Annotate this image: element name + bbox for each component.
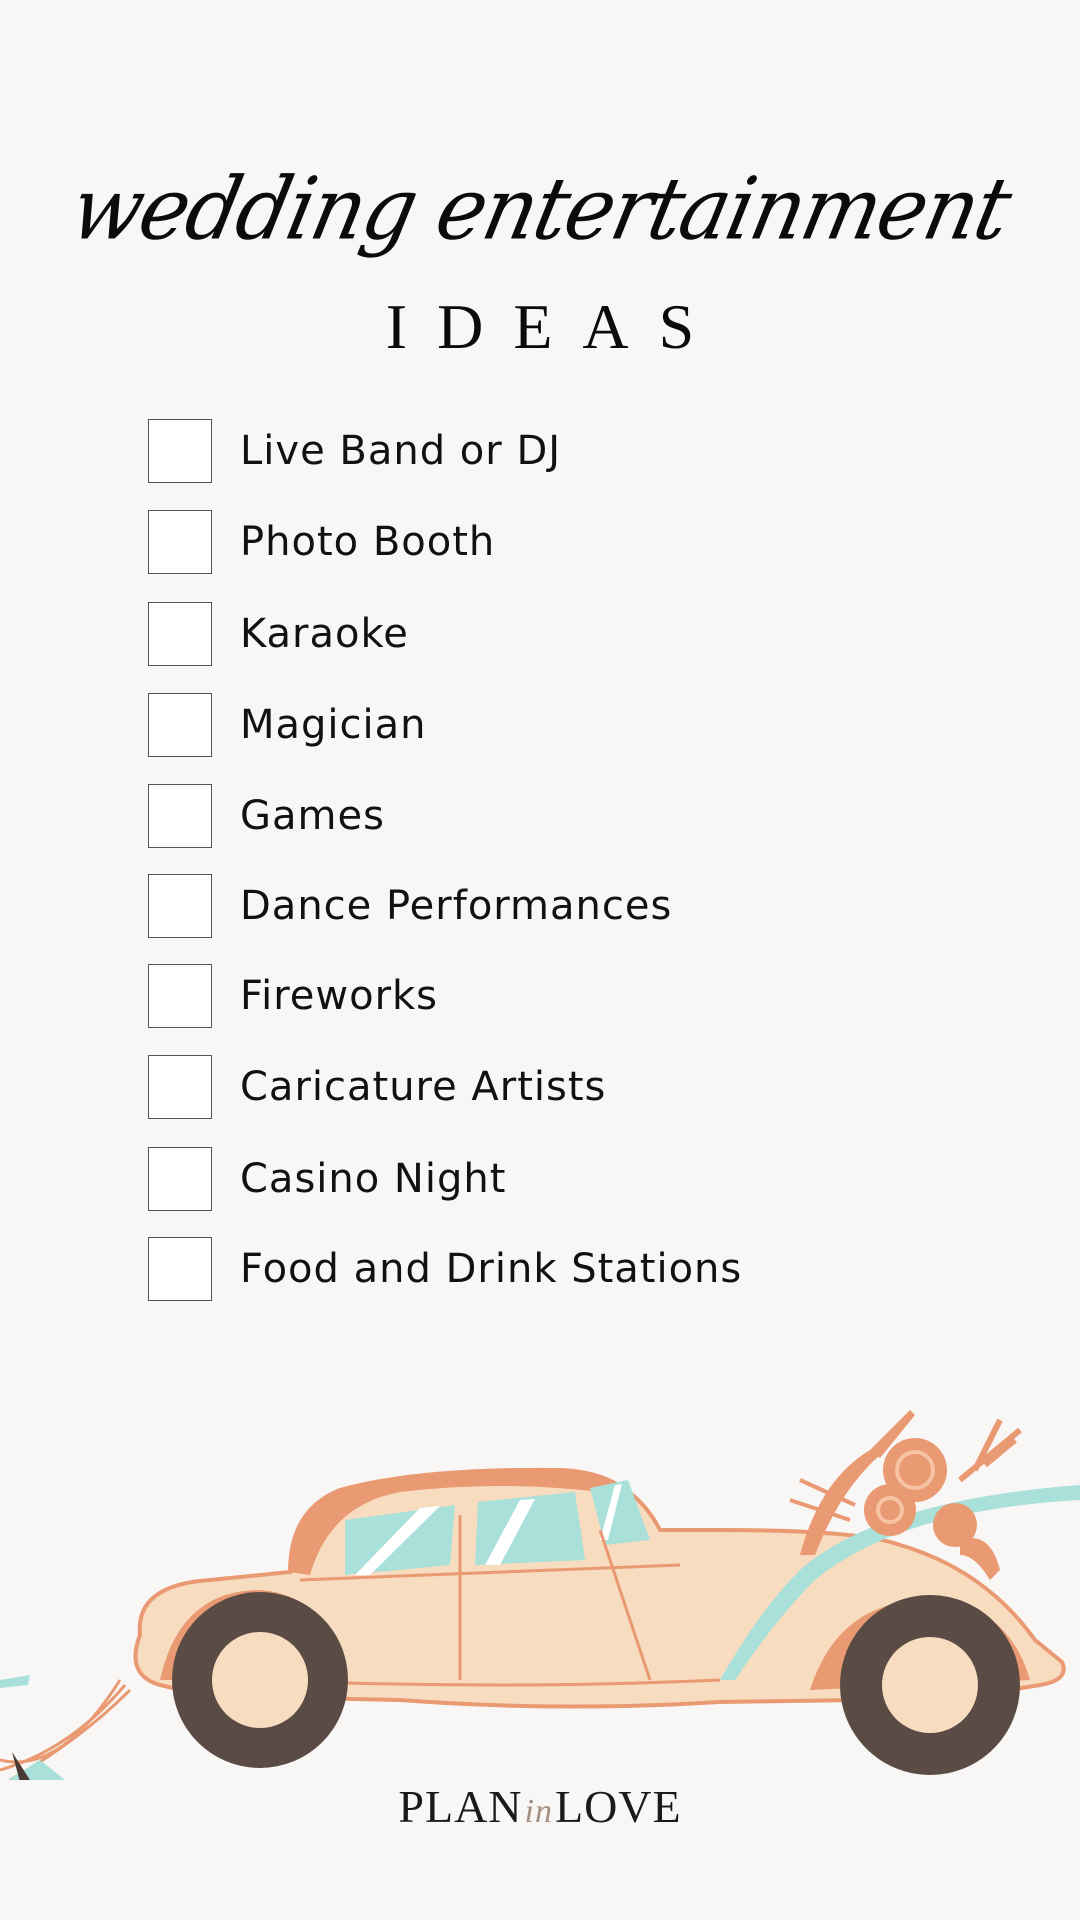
checklist-item[interactable]: Live Band or DJ [148,418,561,484]
checklist-item[interactable]: Photo Booth [148,509,495,575]
checklist-item[interactable]: Dance Performances [148,873,672,939]
checklist-item-label: Magician [240,702,427,748]
checklist-item[interactable]: Fireworks [148,963,438,1029]
page-title-script: wedding entertainment [62,159,1018,260]
brand-logo: PLANinLOVE [0,1780,1080,1833]
checkbox[interactable] [148,419,212,483]
checklist-item-label: Caricature Artists [240,1064,607,1110]
brand-logo-middle: in [524,1793,553,1830]
checklist-item[interactable]: Caricature Artists [148,1054,606,1120]
checkbox[interactable] [148,874,212,938]
checklist-item-label: Karaoke [240,611,409,657]
brand-logo-right: LOVE [554,1781,682,1832]
checklist-item[interactable]: Magician [148,692,427,758]
wedding-car-illustration [0,1410,1080,1780]
checklist-item-label: Casino Night [240,1156,507,1202]
checklist-item-label: Photo Booth [240,519,496,565]
ribbon-streamers [0,1675,132,1780]
checklist-item-label: Dance Performances [240,883,673,929]
checklist-item-label: Games [240,793,385,839]
checklist-item-label: Live Band or DJ [240,428,562,474]
checklist-item-label: Food and Drink Stations [240,1246,743,1292]
checkbox[interactable] [148,510,212,574]
checklist-item[interactable]: Casino Night [148,1146,506,1212]
page-title-caps: IDEAS [385,291,725,362]
checkbox[interactable] [148,602,212,666]
checklist-item[interactable]: Food and Drink Stations [148,1236,742,1302]
checkbox[interactable] [148,1237,212,1301]
brand-logo-left: PLAN [398,1781,523,1832]
checkbox[interactable] [148,1055,212,1119]
checklist-item-label: Fireworks [240,973,439,1019]
checkbox[interactable] [148,693,212,757]
checklist-item[interactable]: Karaoke [148,601,409,667]
checkbox[interactable] [148,1147,212,1211]
checkbox[interactable] [148,964,212,1028]
checklist-item[interactable]: Games [148,783,385,849]
checkbox[interactable] [148,784,212,848]
